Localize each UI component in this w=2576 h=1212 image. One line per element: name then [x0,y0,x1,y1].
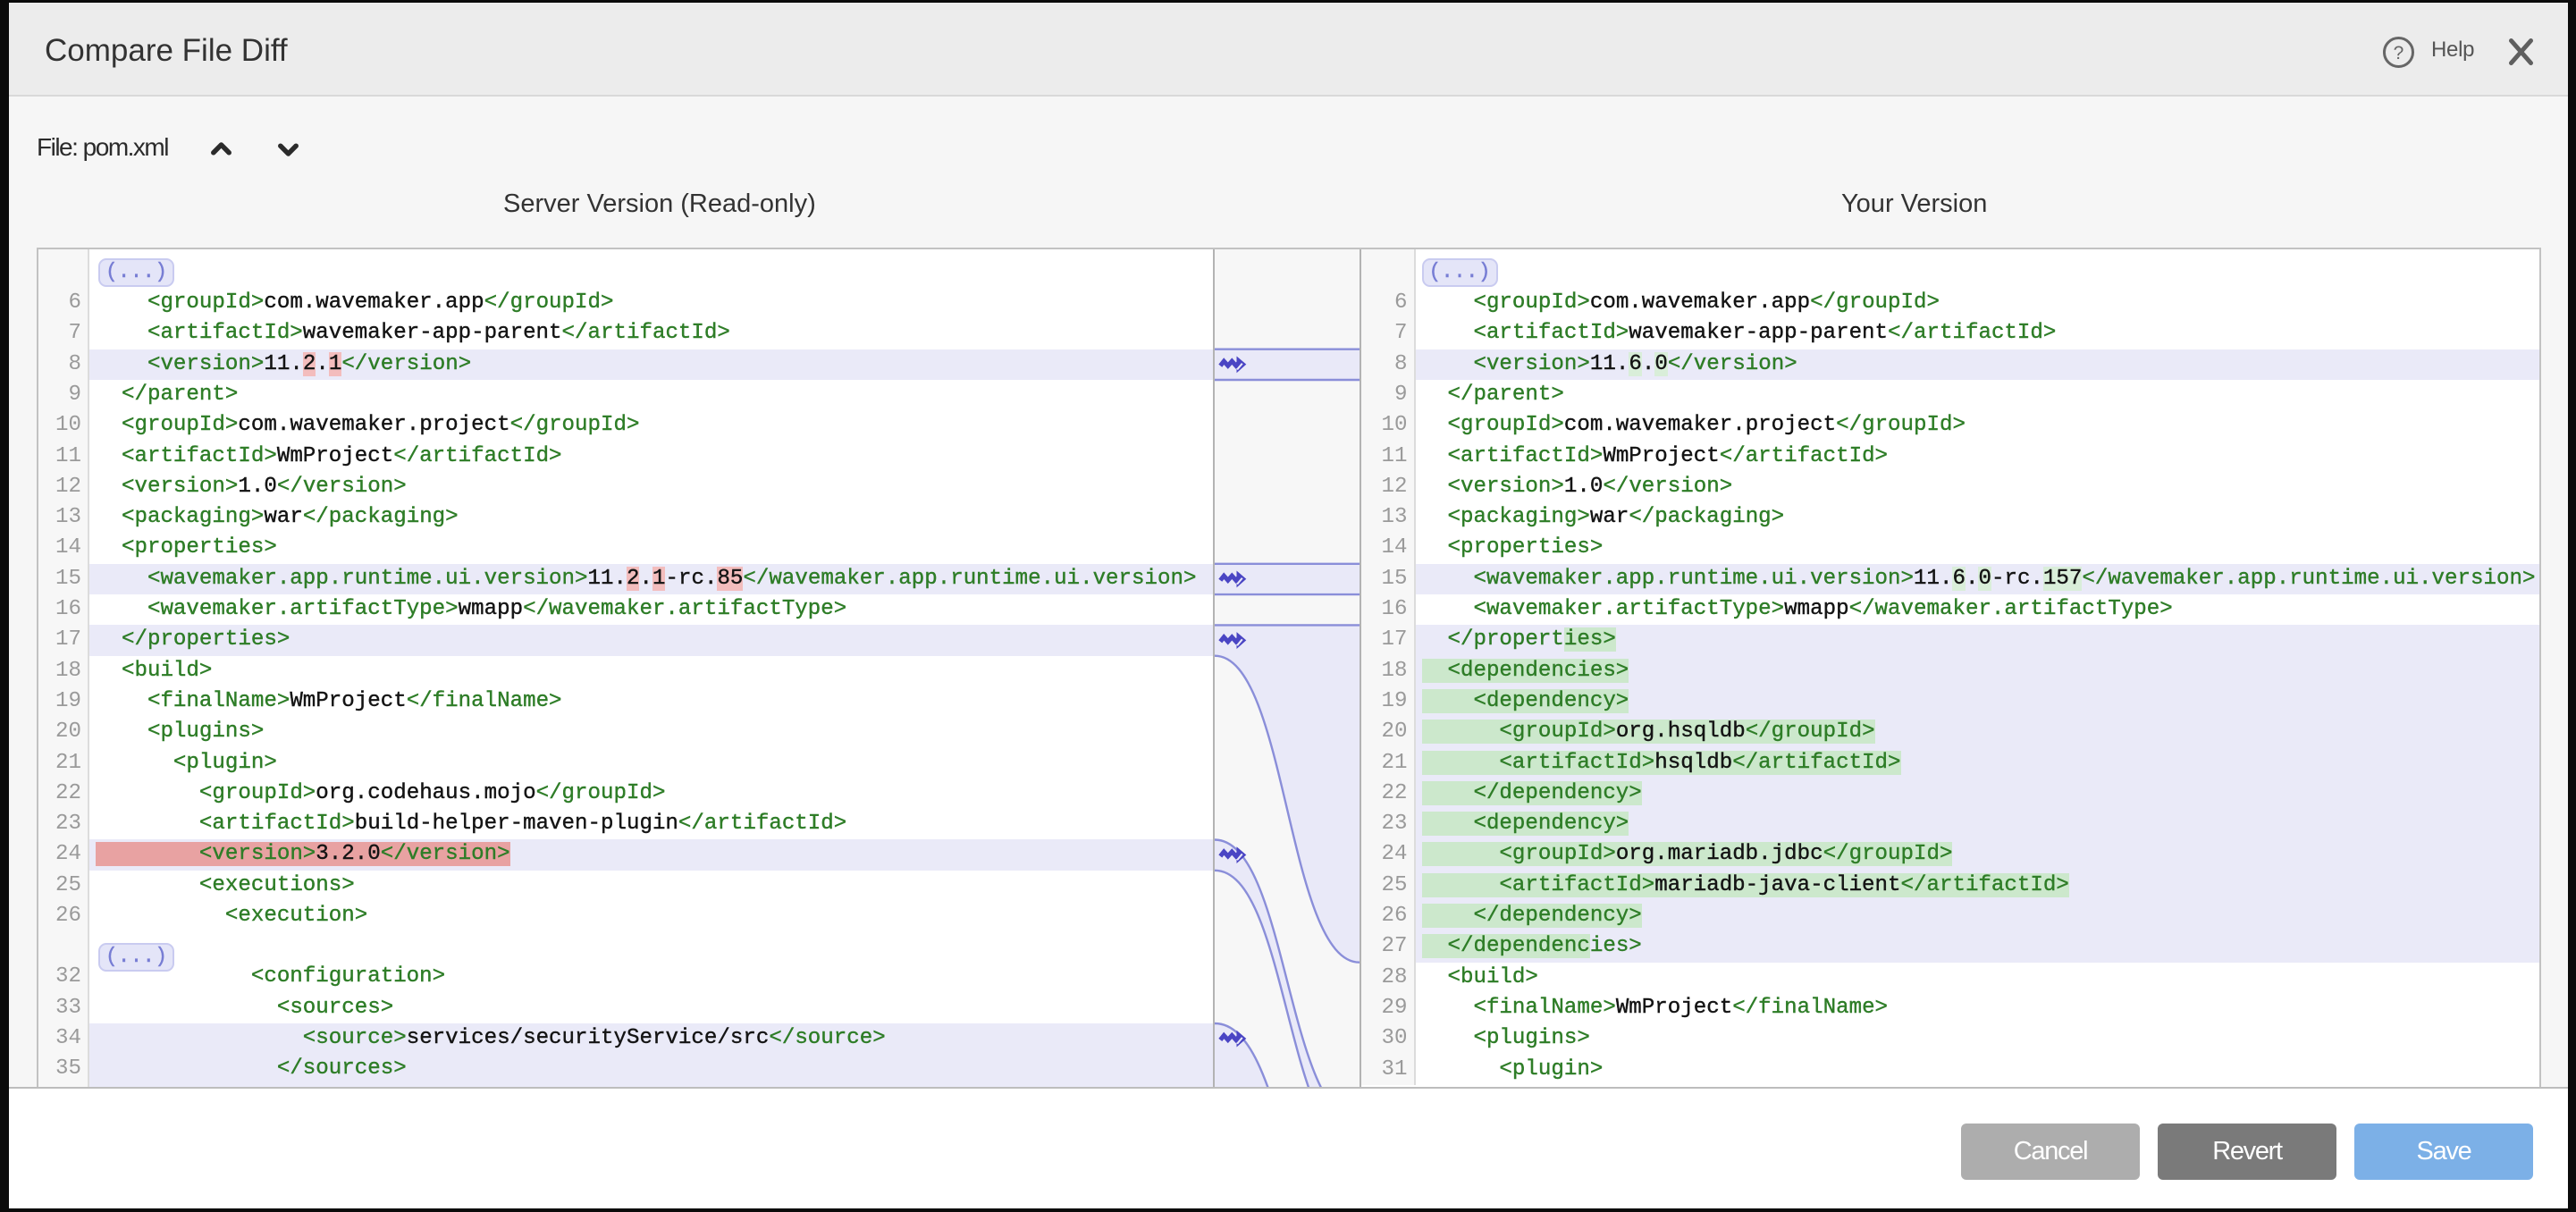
svg-text:?: ? [2394,43,2404,63]
